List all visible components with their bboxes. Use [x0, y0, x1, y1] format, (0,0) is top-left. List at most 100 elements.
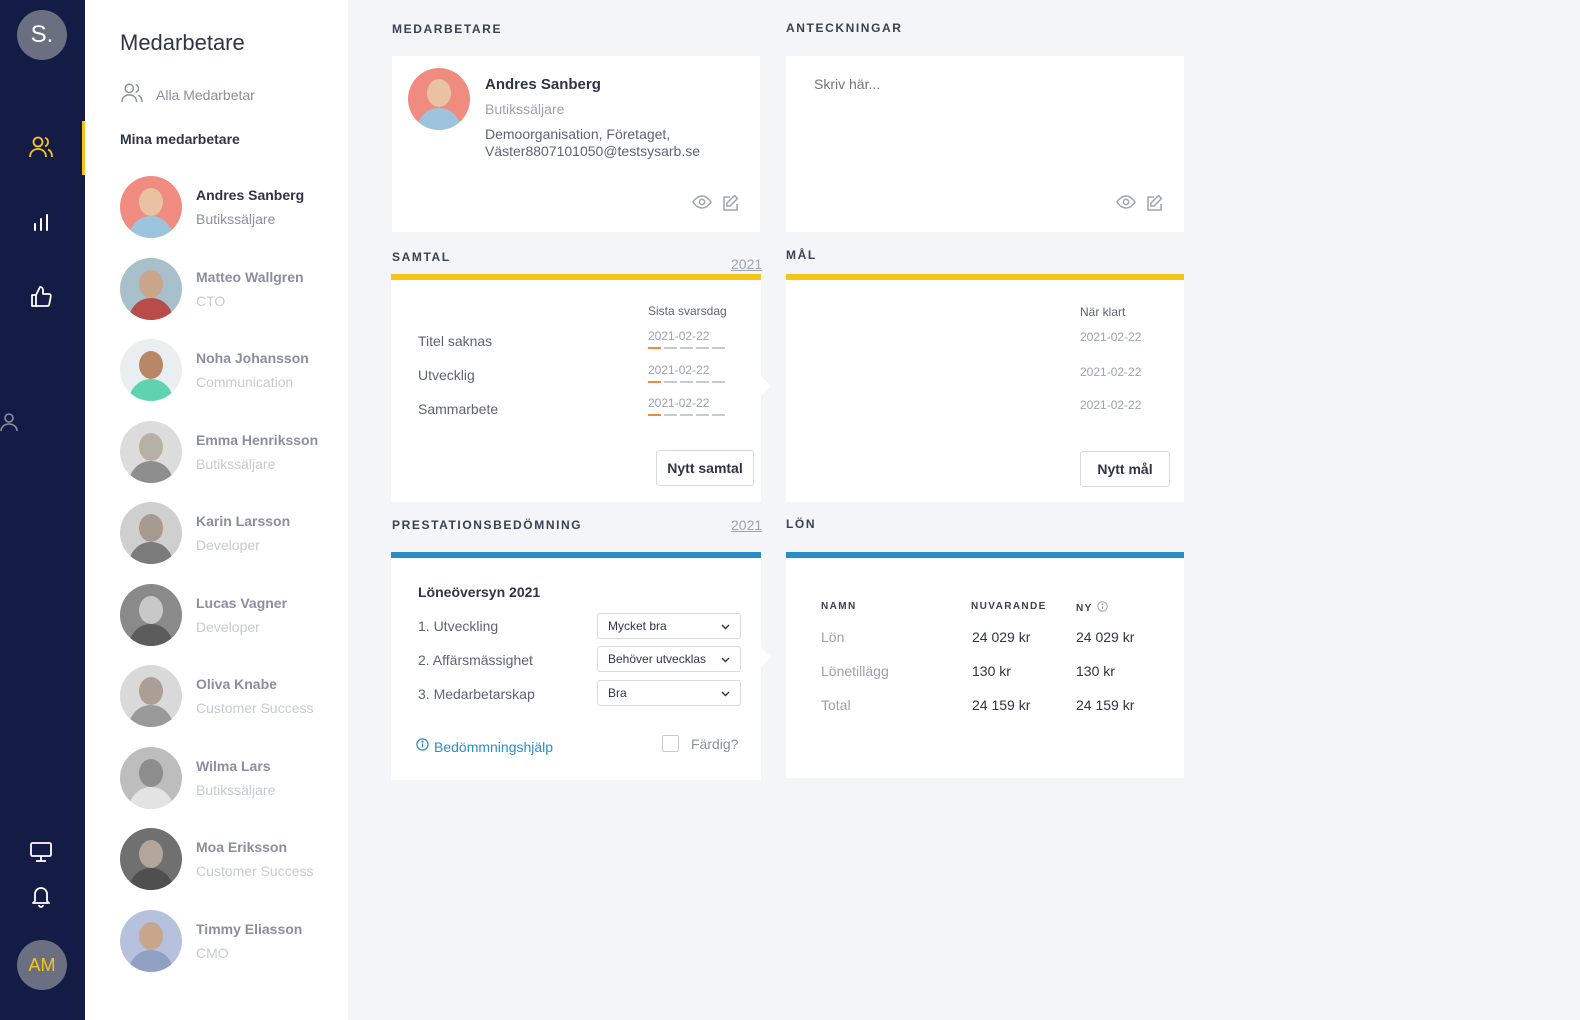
prestation-section-label: PRESTATIONSBEDÖMNING [392, 518, 583, 532]
chevron-down-icon [721, 652, 730, 666]
employee-name: Karin Larsson [196, 513, 291, 529]
employee-list-panel: Medarbetare Alla Medarbetar Mina medarbe… [85, 0, 348, 1020]
profile-name: Andres Sanberg [485, 76, 601, 93]
thumbs-up-icon[interactable] [24, 280, 58, 314]
employee-name: Emma Henriksson [196, 432, 319, 448]
rating-value: Bra [608, 686, 627, 700]
chart-icon[interactable] [24, 205, 58, 239]
employee-role: Butikssäljare [196, 782, 276, 798]
employee-name: Oliva Knabe [196, 676, 277, 692]
employee-item[interactable]: Noha Johansson Communication [120, 337, 345, 403]
mal-card: När klart 2021-02-22 2021-02-22 2021-02-… [786, 274, 1184, 502]
employee-item[interactable]: Emma Henriksson Butikssäljare [120, 419, 345, 485]
employee-item[interactable]: Moa Eriksson Customer Success [120, 826, 345, 892]
done-checkbox-group: Färdig? [662, 735, 738, 752]
rating-select[interactable]: Mycket bra [597, 613, 741, 639]
rating-select[interactable]: Bra [597, 680, 741, 706]
mal-row-date: 2021-02-22 [1080, 398, 1142, 412]
lon-row-current: 24 159 kr [972, 697, 1031, 713]
profile-org: Demoorganisation, Företaget, Väster88071… [485, 126, 701, 159]
mal-date-header: När klart [1080, 305, 1126, 319]
employee-role: CTO [196, 293, 226, 309]
notes-textarea[interactable] [814, 76, 1154, 176]
employee-role: Butikssäljare [196, 456, 276, 472]
employee-name: Timmy Eliasson [196, 921, 303, 937]
lon-header-new-group: NY [1076, 601, 1108, 615]
employee-item[interactable]: Lucas Vagner Developer [120, 582, 345, 648]
employee-name: Moa Eriksson [196, 839, 288, 855]
employee-item[interactable]: Karin Larsson Developer [120, 500, 345, 566]
employee-role: Butikssäljare [196, 211, 276, 227]
employee-item[interactable]: Timmy Eliasson CMO [120, 908, 345, 974]
all-employees-link[interactable]: Alla Medarbetar [120, 82, 255, 107]
lon-accent-bar [786, 552, 1184, 558]
employee-name: Matteo Wallgren [196, 269, 304, 285]
user-avatar[interactable]: AM [17, 940, 67, 990]
person-icon[interactable] [0, 405, 26, 439]
new-samtal-button[interactable]: Nytt samtal [656, 450, 754, 486]
rating-select[interactable]: Behöver utvecklas [597, 646, 741, 672]
bell-icon[interactable] [24, 879, 58, 913]
progress-dashes [648, 381, 725, 383]
employee-role: Communication [196, 374, 294, 390]
help-link[interactable]: Bedömmningshjälp [416, 738, 553, 756]
list-heading: Medarbetare [120, 30, 245, 55]
avatar [120, 502, 182, 564]
users-icon[interactable] [24, 130, 58, 164]
org-logo[interactable]: S. [17, 10, 67, 60]
new-mal-button[interactable]: Nytt mål [1080, 451, 1170, 487]
prestation-title: Löneöversyn 2021 [418, 584, 541, 600]
lon-header-current: NUVARANDE [971, 601, 1047, 612]
lon-row-current: 24 029 kr [972, 629, 1031, 645]
avatar [120, 421, 182, 483]
employee-role: CMO [196, 945, 229, 961]
employee-item[interactable]: Matteo Wallgren CTO [120, 256, 345, 322]
samtal-year-link[interactable]: 2021 [731, 256, 762, 272]
lon-row-name: Lön [821, 629, 845, 645]
avatar [120, 828, 182, 890]
eye-icon[interactable] [1116, 194, 1136, 217]
lon-row-new: 130 kr [1076, 663, 1115, 679]
my-employees-label[interactable]: Mina medarbetare [120, 131, 240, 147]
all-employees-label: Alla Medarbetar [156, 86, 255, 103]
employee-item[interactable]: Oliva Knabe Customer Success [120, 663, 345, 729]
rating-value: Mycket bra [608, 619, 667, 633]
prestation-accent-bar [391, 552, 761, 558]
samtal-row-title[interactable]: Sammarbete [418, 401, 498, 417]
lon-row-new: 24 159 kr [1076, 697, 1135, 713]
lon-row-name: Total [821, 697, 851, 713]
profile-role: Butikssäljare [485, 101, 565, 117]
avatar [120, 339, 182, 401]
employee-role: Developer [196, 537, 260, 553]
edit-icon[interactable] [722, 194, 740, 217]
mal-row-date: 2021-02-22 [1080, 365, 1142, 379]
employee-item[interactable]: Andres Sanberg Butikssäljare [120, 174, 345, 240]
lon-card: NAMN NUVARANDE NY Lön 24 029 kr 24 029 k… [786, 552, 1184, 778]
samtal-row-date: 2021-02-22 [648, 329, 710, 343]
samtal-row-date: 2021-02-22 [648, 396, 710, 410]
monitor-icon[interactable] [24, 835, 58, 869]
lon-row-new: 24 029 kr [1076, 629, 1135, 645]
lon-row-current: 130 kr [972, 663, 1011, 679]
employee-name: Andres Sanberg [196, 187, 305, 203]
card-notch [751, 647, 771, 667]
info-icon[interactable] [1096, 601, 1108, 615]
eye-icon[interactable] [692, 194, 712, 217]
lon-row-name: Lönetillägg [821, 663, 889, 679]
done-checkbox[interactable] [662, 735, 679, 752]
progress-dashes [648, 347, 725, 349]
prestation-item-label: 1. Utveckling [418, 618, 499, 634]
edit-icon[interactable] [1146, 194, 1164, 217]
profile-card: Andres Sanberg Butikssäljare Demoorganis… [392, 56, 760, 232]
samtal-accent-bar [391, 274, 761, 280]
samtal-row-date: 2021-02-22 [648, 363, 710, 377]
samtal-row-title[interactable]: Utvecklig [418, 367, 475, 383]
employee-name: Wilma Lars [196, 758, 271, 774]
help-link-label: Bedömmningshjälp [434, 739, 554, 755]
profile-section-label: MEDARBETARE [392, 22, 503, 36]
chevron-down-icon [721, 686, 730, 700]
samtal-row-title[interactable]: Titel saknas [418, 333, 492, 349]
employee-item[interactable]: Wilma Lars Butikssäljare [120, 745, 345, 811]
prestation-year-link[interactable]: 2021 [731, 517, 762, 533]
avatar [120, 176, 182, 238]
